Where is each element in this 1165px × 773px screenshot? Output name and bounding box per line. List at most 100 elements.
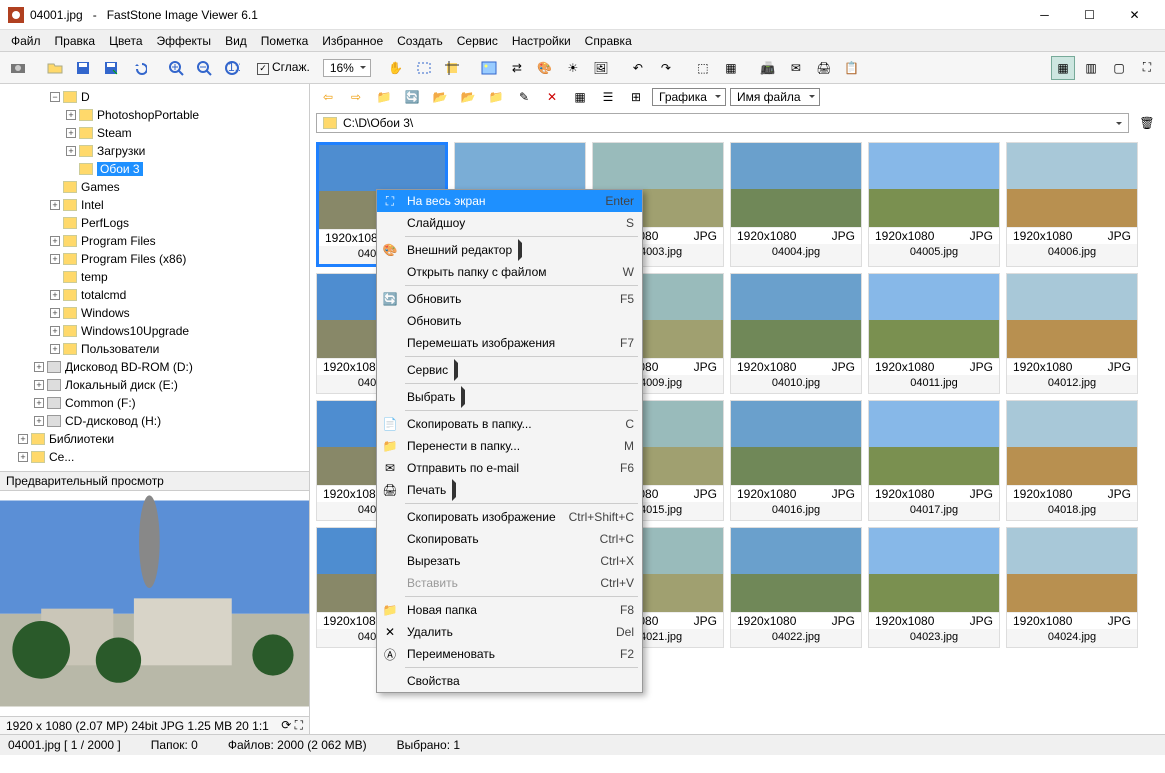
- rotate-cw-icon[interactable]: ↷: [654, 56, 678, 80]
- tree-item[interactable]: temp: [2, 268, 307, 286]
- scan-icon[interactable]: 📠: [756, 56, 780, 80]
- fullscreen-view-button[interactable]: ⛶: [1135, 56, 1159, 80]
- sort-dropdown[interactable]: Имя файла: [730, 88, 820, 106]
- undo-icon[interactable]: [127, 56, 151, 80]
- context-item[interactable]: СкопироватьCtrl+C: [377, 528, 642, 550]
- thumbnail[interactable]: 1920x1080JPG04011.jpg: [868, 273, 1000, 394]
- view-details-icon[interactable]: ⊞: [624, 85, 648, 109]
- menu-Справка[interactable]: Справка: [578, 32, 639, 50]
- dual-view-button[interactable]: ▥: [1079, 56, 1103, 80]
- tree-item[interactable]: −D: [2, 88, 307, 106]
- zoom-dropdown[interactable]: 16%: [323, 59, 371, 77]
- tree-item[interactable]: +Загрузки: [2, 142, 307, 160]
- context-item[interactable]: Выбрать: [377, 386, 642, 408]
- tree-item[interactable]: Games: [2, 178, 307, 196]
- tree-item[interactable]: +PhotoshopPortable: [2, 106, 307, 124]
- smooth-checkbox[interactable]: ✓Сглаж.: [257, 60, 310, 75]
- nav-up-icon[interactable]: 📁: [372, 85, 396, 109]
- folder-tree[interactable]: −D+PhotoshopPortable+Steam+ЗагрузкиОбои …: [0, 84, 309, 471]
- rename-icon[interactable]: ✎: [512, 85, 536, 109]
- maximize-button[interactable]: ☐: [1067, 1, 1112, 29]
- context-item[interactable]: ⛶На весь экранEnter: [377, 190, 642, 212]
- zoom-in-icon[interactable]: [164, 56, 188, 80]
- path-field[interactable]: C:\D\Обои 3\: [316, 113, 1129, 133]
- menu-Правка[interactable]: Правка: [48, 32, 103, 50]
- tree-item[interactable]: Обои 3: [2, 160, 307, 178]
- menu-Вид[interactable]: Вид: [218, 32, 254, 50]
- zoom-out-icon[interactable]: [192, 56, 216, 80]
- tree-item[interactable]: +Intel: [2, 196, 307, 214]
- context-item[interactable]: Скопировать изображениеCtrl+Shift+C: [377, 506, 642, 528]
- tree-item[interactable]: PerfLogs: [2, 214, 307, 232]
- nav-refresh-icon[interactable]: 🔄: [400, 85, 424, 109]
- hand-icon[interactable]: ✋: [384, 56, 408, 80]
- menu-Эффекты[interactable]: Эффекты: [150, 32, 219, 50]
- context-item[interactable]: 🔄ОбновитьF5: [377, 288, 642, 310]
- tree-item[interactable]: +totalcmd: [2, 286, 307, 304]
- camera-icon[interactable]: [6, 56, 30, 80]
- tree-item[interactable]: +Common (F:): [2, 394, 307, 412]
- newfolder-icon[interactable]: 📁: [484, 85, 508, 109]
- thumbnail[interactable]: 1920x1080JPG04004.jpg: [730, 142, 862, 267]
- copy-icon[interactable]: 📋: [840, 56, 864, 80]
- minimize-button[interactable]: ─: [1022, 1, 1067, 29]
- menu-Сервис[interactable]: Сервис: [450, 32, 505, 50]
- tree-item[interactable]: +Windows: [2, 304, 307, 322]
- thumbnail[interactable]: 1920x1080JPG04005.jpg: [868, 142, 1000, 267]
- context-item[interactable]: ✕УдалитьDel: [377, 621, 642, 643]
- view-list-icon[interactable]: ☰: [596, 85, 620, 109]
- brightness-icon[interactable]: ☀: [561, 56, 585, 80]
- tree-item[interactable]: +Program Files: [2, 232, 307, 250]
- thumbnail[interactable]: 1920x1080JPG04018.jpg: [1006, 400, 1138, 521]
- tree-item[interactable]: +Се...: [2, 448, 307, 466]
- tree-item[interactable]: +Библиотеки: [2, 430, 307, 448]
- context-item[interactable]: Обновить: [377, 310, 642, 332]
- context-item[interactable]: Свойства: [377, 670, 642, 692]
- thumbnail[interactable]: 1920x1080JPG04012.jpg: [1006, 273, 1138, 394]
- menu-Избранное[interactable]: Избранное: [315, 32, 390, 50]
- tree-item[interactable]: +CD-дисковод (H:): [2, 412, 307, 430]
- menu-Пометка[interactable]: Пометка: [254, 32, 316, 50]
- tree-item[interactable]: +Локальный диск (E:): [2, 376, 307, 394]
- filter-dropdown[interactable]: Графика: [652, 88, 726, 106]
- context-item[interactable]: 📁Перенести в папку...M: [377, 435, 642, 457]
- tree-item[interactable]: +Windows10Upgrade: [2, 322, 307, 340]
- thumbnail[interactable]: 1920x1080JPG04010.jpg: [730, 273, 862, 394]
- print-icon[interactable]: 🖨: [812, 56, 836, 80]
- fav-open-icon[interactable]: 📂: [456, 85, 480, 109]
- thumbnail[interactable]: 1920x1080JPG04022.jpg: [730, 527, 862, 648]
- thumbnail[interactable]: 1920x1080JPG04017.jpg: [868, 400, 1000, 521]
- nav-back-icon[interactable]: ⇦: [316, 85, 340, 109]
- context-item[interactable]: ⒶПереименоватьF2: [377, 643, 642, 665]
- context-item[interactable]: 🖨Печать: [377, 479, 642, 501]
- email-icon[interactable]: ✉: [784, 56, 808, 80]
- close-button[interactable]: ✕: [1112, 1, 1157, 29]
- thumbnail[interactable]: 1920x1080JPG04016.jpg: [730, 400, 862, 521]
- tree-item[interactable]: +Steam: [2, 124, 307, 142]
- thumbnail[interactable]: 1920x1080JPG04023.jpg: [868, 527, 1000, 648]
- thumbnail[interactable]: 1920x1080JPG04024.jpg: [1006, 527, 1138, 648]
- resize-icon[interactable]: ⬚: [691, 56, 715, 80]
- single-view-button[interactable]: ▢: [1107, 56, 1131, 80]
- nav-forward-icon[interactable]: ⇨: [344, 85, 368, 109]
- tree-item[interactable]: +Пользователи: [2, 340, 307, 358]
- trash-icon[interactable]: 🗑: [1135, 111, 1159, 135]
- menu-Создать[interactable]: Создать: [390, 32, 450, 50]
- menu-Настройки[interactable]: Настройки: [505, 32, 578, 50]
- context-item[interactable]: Сервис: [377, 359, 642, 381]
- tree-item[interactable]: +Program Files (x86): [2, 250, 307, 268]
- context-item[interactable]: 🎨Внешний редактор: [377, 239, 642, 261]
- view-thumbs-icon[interactable]: ▦: [568, 85, 592, 109]
- context-item[interactable]: 📁Новая папкаF8: [377, 599, 642, 621]
- save-icon[interactable]: [71, 56, 95, 80]
- rotate-ccw-icon[interactable]: ↶: [626, 56, 650, 80]
- context-item[interactable]: Открыть папку с файломW: [377, 261, 642, 283]
- compare-icon[interactable]: ⇄: [505, 56, 529, 80]
- thumbnail[interactable]: 1920x1080JPG04006.jpg: [1006, 142, 1138, 267]
- menu-Цвета[interactable]: Цвета: [102, 32, 149, 50]
- thumbnail-view-button[interactable]: ▦: [1051, 56, 1075, 80]
- photo-icon[interactable]: [477, 56, 501, 80]
- context-item[interactable]: ВырезатьCtrl+X: [377, 550, 642, 572]
- context-item[interactable]: СлайдшоуS: [377, 212, 642, 234]
- rect-select-icon[interactable]: [412, 56, 436, 80]
